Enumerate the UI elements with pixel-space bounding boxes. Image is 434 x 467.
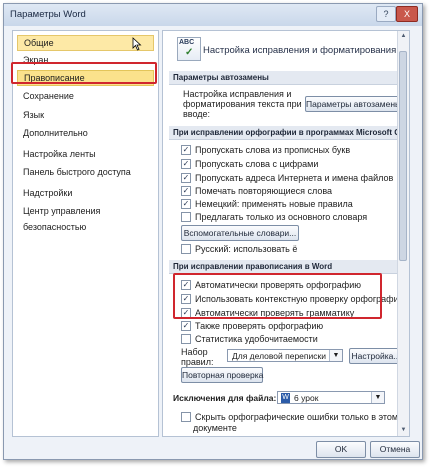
option-label: Пропускать адреса Интернета и имена файл… bbox=[195, 173, 394, 183]
checkbox[interactable]: ✓ bbox=[181, 320, 191, 331]
checkbox[interactable] bbox=[181, 333, 191, 344]
option-label: Пропускать слова с цифрами bbox=[195, 159, 319, 169]
recheck-document-button[interactable]: Повторная проверка bbox=[181, 367, 263, 383]
sidebar-item-advanced[interactable]: Дополнительно bbox=[17, 125, 154, 141]
scroll-down-icon[interactable]: ▼ bbox=[398, 425, 409, 436]
exceptions-file-select[interactable]: W 6 урок ▼ bbox=[277, 391, 385, 404]
option-label-continued: документе bbox=[193, 423, 237, 433]
option-label: Скрыть орфографические ошибки только в э… bbox=[195, 412, 399, 422]
option-also-check-spelling[interactable]: ✓ Также проверять орфографию bbox=[181, 320, 323, 332]
vertical-scrollbar[interactable]: ▲ ▼ bbox=[397, 31, 409, 436]
option-main-dictionary-only[interactable]: Предлагать только из основного словаря bbox=[181, 211, 367, 223]
checkbox[interactable]: ✓ bbox=[181, 279, 191, 290]
window-title: Параметры Word bbox=[10, 9, 86, 20]
option-ignore-uppercase[interactable]: ✓ Пропускать слова из прописных букв bbox=[181, 144, 350, 156]
option-label: Предлагать только из основного словаря bbox=[195, 212, 368, 222]
writing-style-select[interactable]: Для деловой переписки ▼ bbox=[227, 349, 343, 362]
abc-check-icon: ABC ✓ bbox=[177, 37, 201, 61]
check-mark-icon: ✓ bbox=[185, 47, 194, 58]
proofing-panel: ABC ✓ Настройка исправления и форматиров… bbox=[162, 30, 410, 437]
close-button[interactable]: X bbox=[396, 6, 418, 22]
option-russian-yo[interactable]: Русский: использовать ё bbox=[181, 243, 297, 255]
sidebar: Общие Экран Правописание Сохранение Язык… bbox=[12, 30, 159, 437]
option-label: Статистика удобочитаемости bbox=[195, 334, 318, 344]
rules-label-line1: Набор bbox=[181, 347, 208, 357]
title-bar[interactable]: Параметры Word ? X bbox=[4, 4, 422, 26]
option-label: Помечать повторяющиеся слова bbox=[195, 186, 333, 196]
writing-style-value: Для деловой переписки bbox=[232, 351, 326, 361]
section-office-spelling: При исправлении орфографии в программах … bbox=[169, 126, 409, 140]
ok-button[interactable]: OK bbox=[316, 441, 366, 458]
sidebar-item-display[interactable]: Экран bbox=[17, 52, 154, 68]
mouse-pointer-icon bbox=[132, 37, 142, 51]
rules-label-line2: правил: bbox=[181, 357, 214, 367]
page-title: Настройка исправления и форматирования т… bbox=[203, 45, 410, 56]
section-word-spelling: При исправлении правописания в Word bbox=[169, 260, 401, 274]
option-check-grammar[interactable]: ✓ Автоматически проверять грамматику bbox=[181, 307, 354, 319]
sidebar-item-save[interactable]: Сохранение bbox=[17, 88, 154, 104]
checkbox[interactable] bbox=[181, 243, 191, 254]
sidebar-item-proofing[interactable]: Правописание bbox=[17, 70, 154, 86]
checkbox[interactable]: ✓ bbox=[181, 172, 191, 183]
word-document-icon: W bbox=[281, 393, 290, 403]
sidebar-item-language[interactable]: Язык bbox=[17, 107, 154, 123]
checkbox[interactable]: ✓ bbox=[181, 185, 191, 196]
checkbox[interactable]: ✓ bbox=[181, 198, 191, 209]
checkbox[interactable] bbox=[181, 211, 191, 222]
scroll-up-icon[interactable]: ▲ bbox=[398, 31, 409, 42]
option-check-spelling-as-type[interactable]: ✓ Автоматически проверять орфографию bbox=[181, 279, 361, 291]
checkbox[interactable]: ✓ bbox=[181, 144, 191, 155]
custom-dictionaries-button[interactable]: Вспомогательные словари... bbox=[181, 225, 299, 241]
autocorrect-text-line3: вводе: bbox=[183, 109, 211, 119]
scrollbar-thumb[interactable] bbox=[399, 51, 407, 261]
chevron-down-icon[interactable]: ▼ bbox=[329, 350, 342, 361]
chevron-down-icon[interactable]: ▼ bbox=[371, 392, 384, 403]
autocorrect-text-line2: форматирования текста при bbox=[183, 99, 302, 109]
abc-icon-text: ABC bbox=[179, 39, 195, 46]
sidebar-item-customize-ribbon[interactable]: Настройка ленты bbox=[17, 146, 154, 162]
option-label: Пропускать слова из прописных букв bbox=[195, 145, 351, 155]
sidebar-item-trust-center[interactable]: Центр управления безопасностью bbox=[17, 203, 154, 232]
sidebar-item-quick-access[interactable]: Панель быстрого доступа bbox=[17, 164, 154, 180]
section-autocorrect: Параметры автозамены bbox=[169, 71, 401, 85]
cancel-button[interactable]: Отмена bbox=[370, 441, 420, 458]
option-label: Русский: использовать ё bbox=[195, 244, 298, 254]
checkbox[interactable]: ✓ bbox=[181, 158, 191, 169]
option-contextual-spelling[interactable]: ✓ Использовать контекстную проверку орфог… bbox=[181, 293, 404, 305]
option-german-rules[interactable]: ✓ Немецкий: применять новые правила bbox=[181, 198, 353, 210]
option-label: Автоматически проверять орфографию bbox=[195, 280, 361, 290]
option-label: Немецкий: применять новые правила bbox=[195, 199, 353, 209]
help-button[interactable]: ? bbox=[376, 6, 396, 22]
checkbox[interactable]: ✓ bbox=[181, 307, 191, 318]
options-window: Параметры Word ? X Общие Экран Правописа… bbox=[3, 3, 423, 460]
checkbox[interactable]: ✓ bbox=[181, 293, 191, 304]
option-label: Использовать контекстную проверку орфогр… bbox=[195, 294, 404, 304]
option-label: Также проверять орфографию bbox=[195, 321, 324, 331]
option-hide-spelling-errors[interactable]: Скрыть орфографические ошибки только в э… bbox=[181, 411, 398, 423]
autocorrect-text-line1: Настройка исправления и bbox=[183, 89, 292, 99]
grammar-settings-button[interactable]: Настройка... bbox=[349, 348, 403, 364]
option-readability-stats[interactable]: Статистика удобочитаемости bbox=[181, 333, 318, 345]
sidebar-item-addins[interactable]: Надстройки bbox=[17, 185, 154, 201]
checkbox[interactable] bbox=[181, 411, 191, 422]
autocorrect-options-button[interactable]: Параметры автозамены... bbox=[305, 96, 408, 112]
option-flag-repeated[interactable]: ✓ Помечать повторяющиеся слова bbox=[181, 185, 332, 197]
option-ignore-numbers[interactable]: ✓ Пропускать слова с цифрами bbox=[181, 158, 318, 170]
exceptions-label: Исключения для файла: bbox=[173, 393, 277, 403]
option-label: Автоматически проверять грамматику bbox=[195, 308, 355, 318]
exceptions-file-value: 6 урок bbox=[294, 393, 319, 403]
option-ignore-internet[interactable]: ✓ Пропускать адреса Интернета и имена фай… bbox=[181, 172, 393, 184]
